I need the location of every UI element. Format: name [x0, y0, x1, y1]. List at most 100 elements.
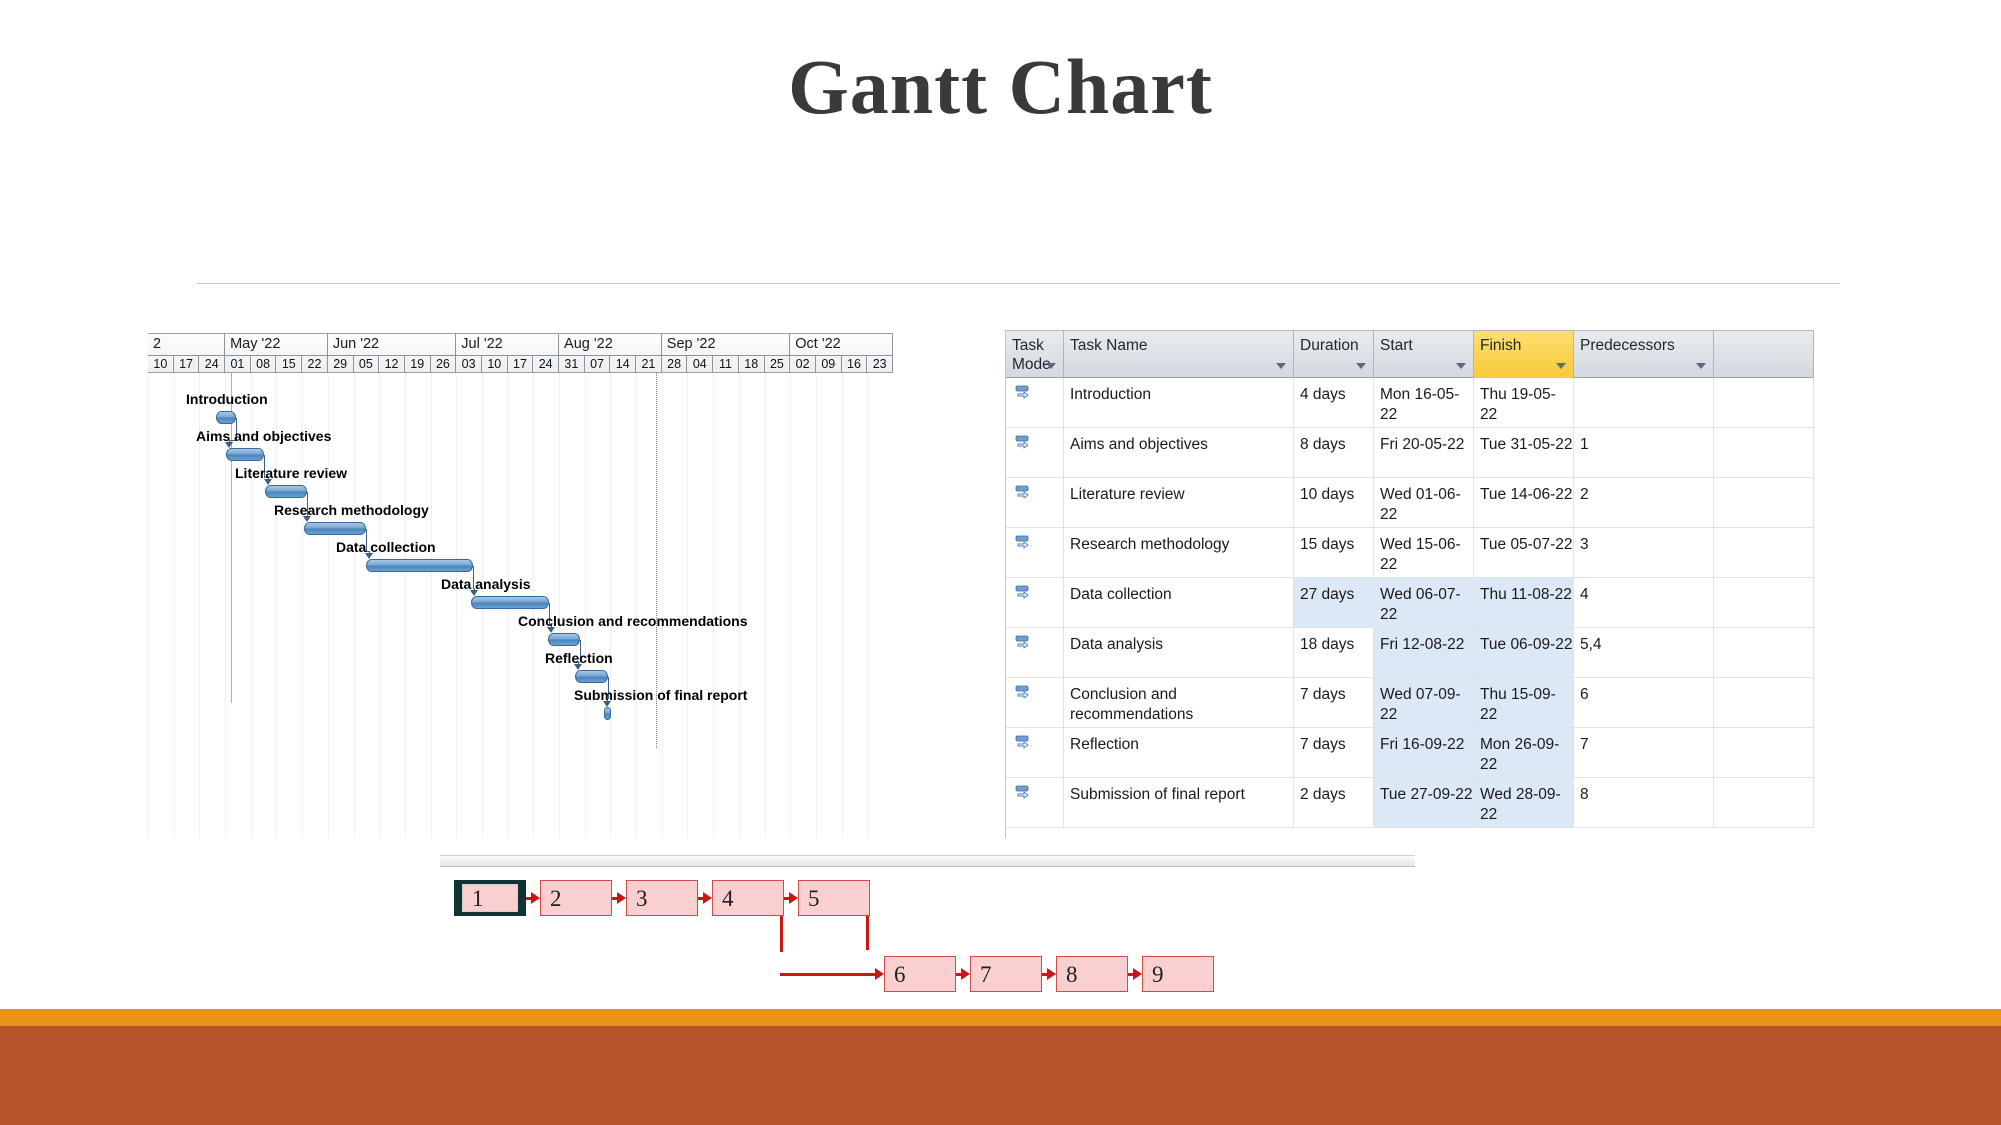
cell-task-mode[interactable]	[1006, 678, 1064, 727]
cell-finish[interactable]: Tue 05-07-22	[1474, 528, 1574, 577]
gantt-bar[interactable]	[604, 707, 611, 720]
chevron-down-icon[interactable]	[1046, 363, 1056, 369]
table-row[interactable]: Reflection 7 days Fri 16-09-22 Mon 26-09-22…	[1006, 728, 1814, 778]
network-node-7[interactable]: 7	[970, 956, 1042, 992]
cell-task-name[interactable]: Submission of final report	[1064, 778, 1294, 827]
cell-start[interactable]: Fri 12-08-22	[1374, 628, 1474, 677]
cell-duration[interactable]: 18 days	[1294, 628, 1374, 677]
cell-start[interactable]: Mon 16-05-22	[1374, 378, 1474, 427]
cell-predecessors[interactable]	[1574, 378, 1714, 427]
network-node-5[interactable]: 5	[798, 880, 870, 916]
cell-task-name[interactable]: Data analysis	[1064, 628, 1294, 677]
chevron-down-icon[interactable]	[1456, 363, 1466, 369]
gantt-chart-panel[interactable]: 2 May '22 Jun '22 Jul '22 Aug '22 Sep '22 Oct …	[148, 333, 893, 838]
cell-overflow[interactable]	[1714, 728, 1814, 777]
cell-start[interactable]: Fri 16-09-22	[1374, 728, 1474, 777]
network-node-4[interactable]: 4	[712, 880, 784, 916]
gantt-bar[interactable]	[548, 633, 580, 646]
cell-task-mode[interactable]	[1006, 728, 1064, 777]
cell-start[interactable]: Wed 15-06-22	[1374, 528, 1474, 577]
cell-task-mode[interactable]	[1006, 778, 1064, 827]
table-row[interactable]: Introduction 4 days Mon 16-05-22 Thu 19-05-…	[1006, 378, 1814, 428]
column-header-overflow[interactable]	[1714, 331, 1814, 378]
table-row[interactable]: Literature review 10 days Wed 01-06-22 Tue …	[1006, 478, 1814, 528]
network-node-8[interactable]: 8	[1056, 956, 1128, 992]
cell-task-name[interactable]: Reflection	[1064, 728, 1294, 777]
gantt-bar[interactable]	[471, 596, 549, 609]
cell-overflow[interactable]	[1714, 428, 1814, 477]
cell-duration[interactable]: 4 days	[1294, 378, 1374, 427]
task-entry-table[interactable]: Task Mode Task Name Duration Start Finish Pre…	[1005, 330, 1814, 838]
table-row[interactable]: Data collection 27 days Wed 06-07-22 Thu 11…	[1006, 578, 1814, 628]
table-row[interactable]: Submission of final report 2 days Tue 27-0…	[1006, 778, 1814, 828]
cell-duration[interactable]: 27 days	[1294, 578, 1374, 627]
cell-predecessors[interactable]: 6	[1574, 678, 1714, 727]
cell-overflow[interactable]	[1714, 378, 1814, 427]
cell-task-mode[interactable]	[1006, 428, 1064, 477]
cell-finish[interactable]: Thu 15-09-22	[1474, 678, 1574, 727]
cell-finish[interactable]: Thu 19-05-22	[1474, 378, 1574, 427]
table-row[interactable]: Data analysis 18 days Fri 12-08-22 Tue 06-0…	[1006, 628, 1814, 678]
column-header-task-mode[interactable]: Task Mode	[1006, 331, 1064, 378]
gantt-bar[interactable]	[265, 485, 307, 498]
cell-start[interactable]: Wed 01-06-22	[1374, 478, 1474, 527]
cell-start[interactable]: Wed 07-09-22	[1374, 678, 1474, 727]
cell-finish[interactable]: Tue 14-06-22	[1474, 478, 1574, 527]
cell-start[interactable]: Fri 20-05-22	[1374, 428, 1474, 477]
table-row[interactable]: Research methodology 15 days Wed 15-06-22 T…	[1006, 528, 1814, 578]
cell-task-mode[interactable]	[1006, 478, 1064, 527]
cell-predecessors[interactable]: 2	[1574, 478, 1714, 527]
network-node-1[interactable]: 1	[454, 880, 526, 916]
column-header-finish[interactable]: Finish	[1474, 331, 1574, 378]
gantt-bar[interactable]	[216, 411, 236, 424]
column-header-predecessors[interactable]: Predecessors	[1574, 331, 1714, 378]
cell-task-mode[interactable]	[1006, 528, 1064, 577]
column-header-task-name[interactable]: Task Name	[1064, 331, 1294, 378]
cell-overflow[interactable]	[1714, 628, 1814, 677]
cell-overflow[interactable]	[1714, 578, 1814, 627]
cell-task-name[interactable]: Aims and objectives	[1064, 428, 1294, 477]
cell-task-name[interactable]: Conclusion and recommendations	[1064, 678, 1294, 727]
table-row[interactable]: Conclusion and recommendations 7 days Wed …	[1006, 678, 1814, 728]
network-diagram[interactable]: 12345 6789	[440, 870, 1420, 1005]
cell-overflow[interactable]	[1714, 778, 1814, 827]
cell-task-name[interactable]: Research methodology	[1064, 528, 1294, 577]
network-node-3[interactable]: 3	[626, 880, 698, 916]
cell-finish[interactable]: Tue 31-05-22	[1474, 428, 1574, 477]
cell-finish[interactable]: Mon 26-09-22	[1474, 728, 1574, 777]
gantt-bar[interactable]	[366, 559, 473, 572]
horizontal-scrollbar[interactable]	[440, 855, 1415, 867]
chevron-down-icon[interactable]	[1556, 363, 1566, 369]
cell-duration[interactable]: 10 days	[1294, 478, 1374, 527]
cell-start[interactable]: Wed 06-07-22	[1374, 578, 1474, 627]
cell-task-mode[interactable]	[1006, 578, 1064, 627]
table-row[interactable]: Aims and objectives 8 days Fri 20-05-22 Tue…	[1006, 428, 1814, 478]
cell-predecessors[interactable]: 8	[1574, 778, 1714, 827]
cell-task-mode[interactable]	[1006, 628, 1064, 677]
network-node-6[interactable]: 6	[884, 956, 956, 992]
cell-task-name[interactable]: Literature review	[1064, 478, 1294, 527]
cell-overflow[interactable]	[1714, 478, 1814, 527]
network-node-2[interactable]: 2	[540, 880, 612, 916]
cell-predecessors[interactable]: 1	[1574, 428, 1714, 477]
network-node-9[interactable]: 9	[1142, 956, 1214, 992]
chevron-down-icon[interactable]	[1356, 363, 1366, 369]
gantt-bar[interactable]	[226, 448, 264, 461]
gantt-bar-area[interactable]: Introduction Aims and objectives Literatur…	[148, 373, 893, 838]
cell-duration[interactable]: 7 days	[1294, 728, 1374, 777]
cell-duration[interactable]: 2 days	[1294, 778, 1374, 827]
cell-overflow[interactable]	[1714, 528, 1814, 577]
table-header-row[interactable]: Task Mode Task Name Duration Start Finish Pre…	[1006, 330, 1814, 378]
cell-predecessors[interactable]: 4	[1574, 578, 1714, 627]
cell-task-name[interactable]: Introduction	[1064, 378, 1294, 427]
column-header-start[interactable]: Start	[1374, 331, 1474, 378]
gantt-bar[interactable]	[304, 522, 366, 535]
cell-predecessors[interactable]: 5,4	[1574, 628, 1714, 677]
chevron-down-icon[interactable]	[1696, 363, 1706, 369]
chevron-down-icon[interactable]	[1276, 363, 1286, 369]
cell-task-name[interactable]: Data collection	[1064, 578, 1294, 627]
cell-finish[interactable]: Thu 11-08-22	[1474, 578, 1574, 627]
cell-duration[interactable]: 8 days	[1294, 428, 1374, 477]
cell-predecessors[interactable]: 3	[1574, 528, 1714, 577]
cell-finish[interactable]: Wed 28-09-22	[1474, 778, 1574, 827]
